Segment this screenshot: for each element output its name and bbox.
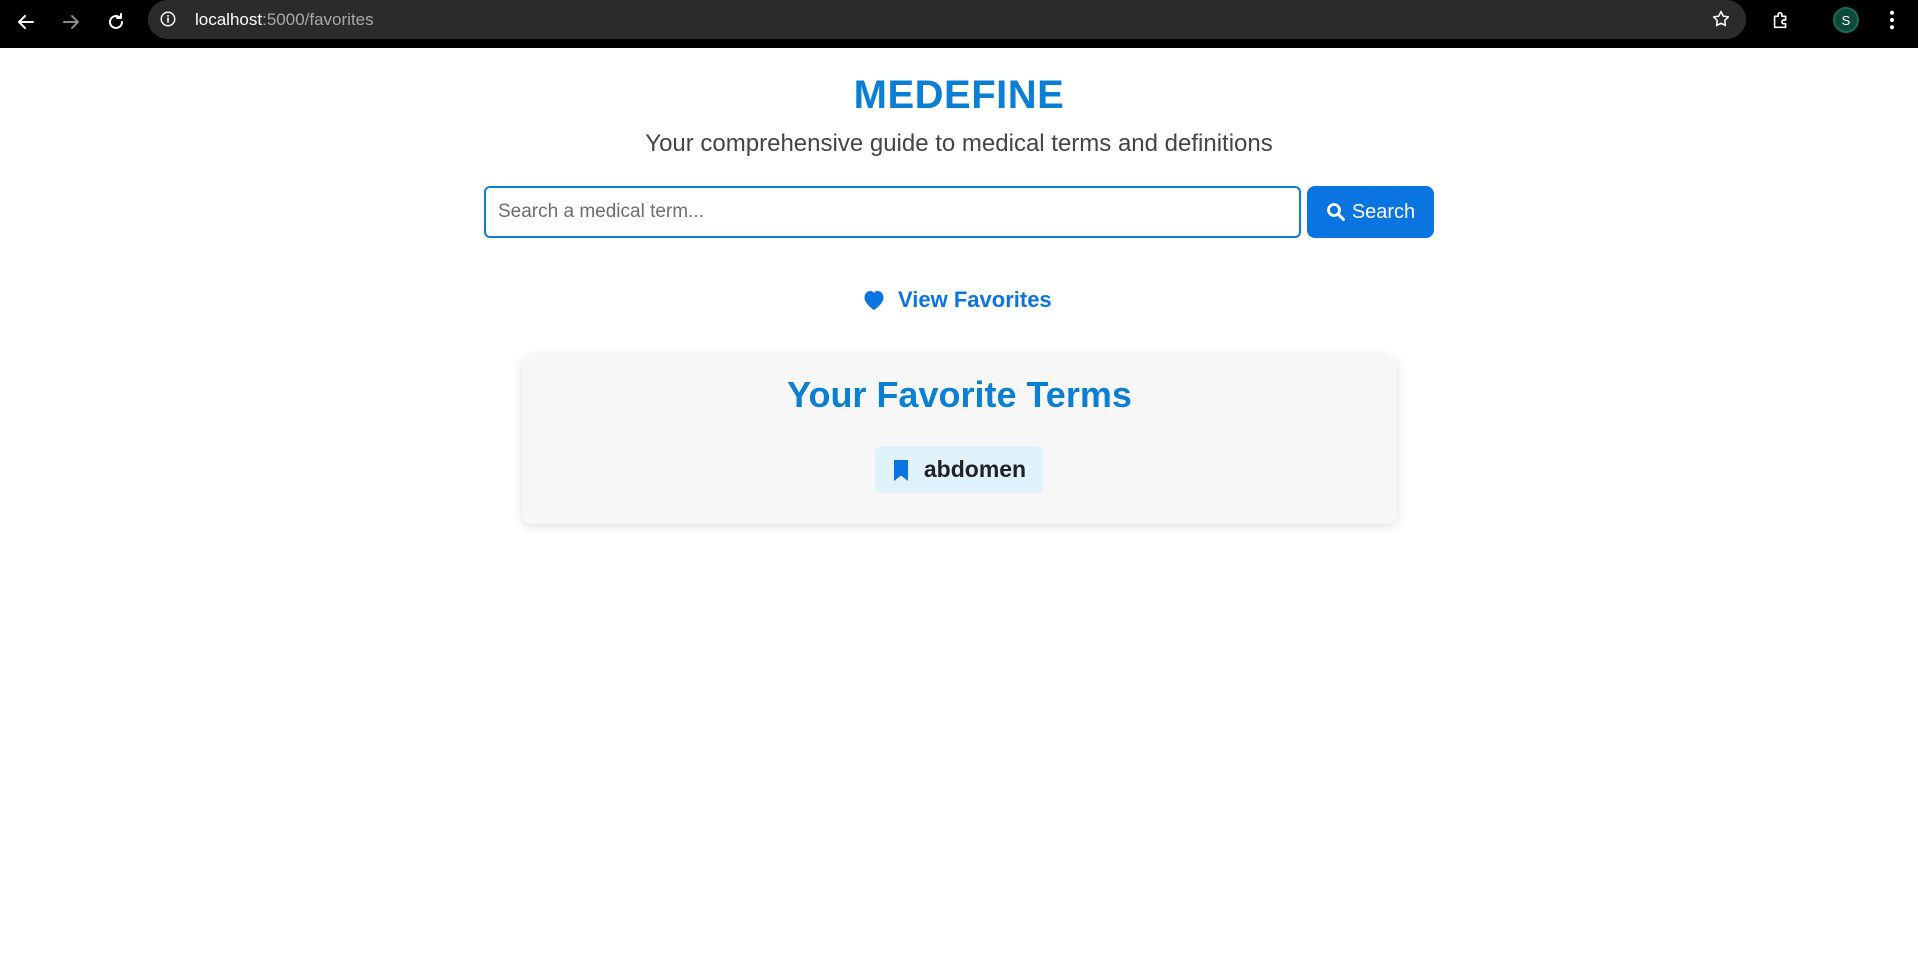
favorites-card: Your Favorite Terms abdomen (522, 354, 1397, 524)
bookmark-star-icon[interactable] (1710, 8, 1732, 30)
site-title: MEDEFINE (853, 73, 1065, 117)
heart-icon (864, 291, 884, 310)
search-icon (1326, 203, 1345, 221)
view-favorites-link[interactable]: View Favorites (862, 285, 1052, 315)
back-button[interactable] (10, 6, 42, 38)
browser-toolbar: localhost:5000/favorites S (0, 0, 1918, 48)
kebab-menu-icon[interactable] (1880, 6, 1904, 34)
favorites-title: Your Favorite Terms (787, 374, 1132, 415)
forward-button[interactable] (55, 6, 87, 38)
view-favorites-label: View Favorites (898, 287, 1052, 312)
site-subtitle: Your comprehensive guide to medical term… (645, 130, 1273, 157)
profile-avatar[interactable]: S (1828, 5, 1864, 35)
url-host: localhost (195, 10, 263, 29)
reload-icon (109, 13, 123, 29)
page-content: MEDEFINE Your comprehensive guide to med… (0, 48, 1918, 958)
arrow-left-icon (18, 15, 34, 29)
url-text[interactable]: localhost:5000/favorites (195, 10, 374, 30)
reload-button[interactable] (100, 6, 132, 38)
address-bar[interactable]: localhost:5000/favorites (148, 0, 1746, 39)
site-info-icon[interactable] (158, 9, 178, 29)
arrow-right-icon (63, 15, 79, 29)
url-path: :5000/favorites (262, 10, 374, 29)
search-button[interactable]: Search (1307, 186, 1434, 238)
search-input[interactable] (484, 186, 1301, 238)
bookmark-icon (893, 459, 908, 481)
avatar-initial: S (1833, 7, 1859, 33)
extensions-puzzle-icon[interactable] (1768, 7, 1794, 33)
favorite-term-chip[interactable]: abdomen (875, 446, 1043, 493)
favorite-term-label: abdomen (923, 456, 1027, 482)
search-button-label: Search (1351, 200, 1416, 223)
